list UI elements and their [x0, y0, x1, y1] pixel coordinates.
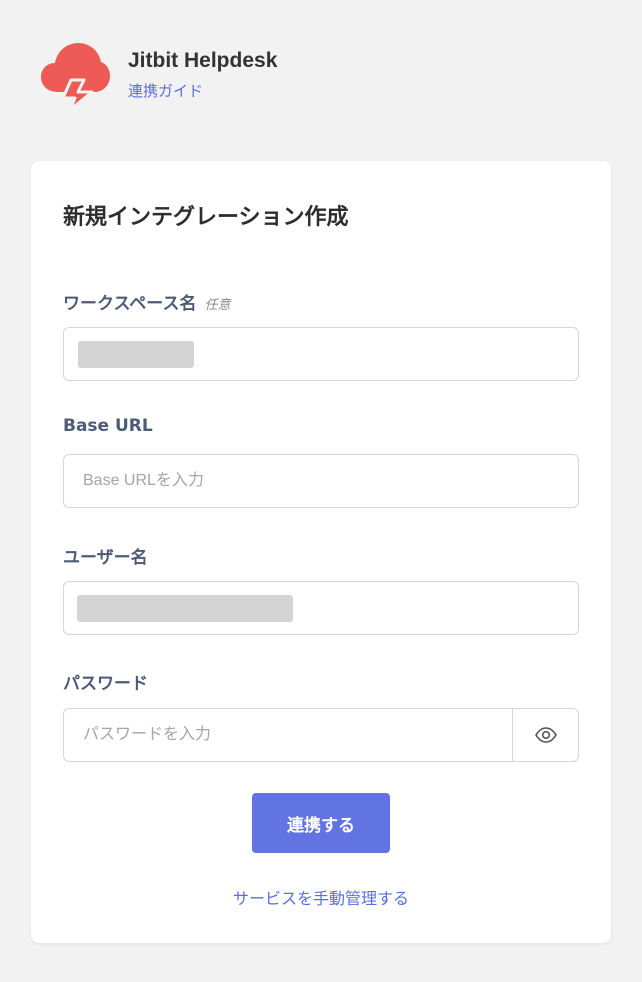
- manual-manage-link[interactable]: サービスを手動管理する: [31, 885, 611, 909]
- username-field[interactable]: [63, 581, 579, 635]
- base-url-field[interactable]: [63, 454, 579, 508]
- base-url-label: Base URL: [63, 416, 153, 436]
- password-input[interactable]: [64, 709, 514, 761]
- cloud-lightning-icon: [41, 43, 110, 112]
- form-title: 新規インテグレーション作成: [63, 205, 349, 230]
- app-name: Jitbit Helpdesk: [128, 49, 278, 72]
- app-header: Jitbit Helpdesk 連携ガイド: [40, 40, 600, 112]
- eye-icon: [534, 727, 557, 743]
- connect-button[interactable]: 連携する: [252, 793, 390, 853]
- workspace-name-label: ワークスペース名 任意: [63, 289, 230, 314]
- workspace-name-label-text: ワークスペース名: [63, 294, 197, 314]
- redacted-value: [78, 341, 194, 368]
- workspace-name-field[interactable]: [63, 327, 579, 381]
- integration-guide-link[interactable]: 連携ガイド: [128, 80, 203, 101]
- redacted-value: [77, 595, 293, 622]
- username-label: ユーザー名: [63, 548, 148, 568]
- toggle-password-visibility-button[interactable]: [512, 709, 578, 761]
- base-url-input[interactable]: [64, 455, 578, 507]
- password-label: パスワード: [63, 674, 148, 694]
- password-field[interactable]: [63, 708, 579, 762]
- optional-tag: 任意: [204, 298, 231, 313]
- integration-form-card: 新規インテグレーション作成 ワークスペース名任意 Base URL ユーザー名 …: [31, 161, 611, 943]
